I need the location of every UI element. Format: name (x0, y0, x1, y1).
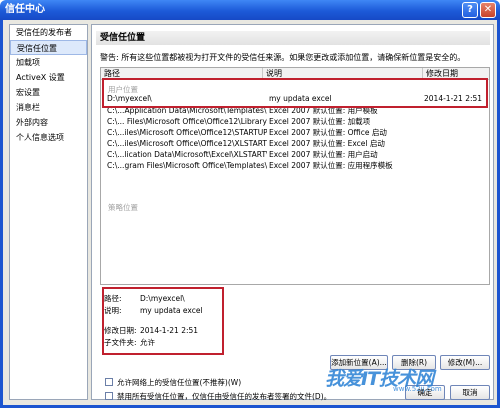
cell-description: Excel 2007 默认位置: 应用程序模板 (269, 161, 393, 170)
table-row[interactable]: C:\...iles\Microsoft Office\Office12\STA… (101, 128, 489, 138)
detail-subfolders-value: 允许 (140, 338, 155, 347)
detail-desc-label: 说明: (104, 306, 122, 315)
cancel-button[interactable]: 取消 (450, 385, 490, 400)
disable-locations-checkbox[interactable] (105, 392, 113, 400)
sidebar-item-trusted-locations[interactable]: 受信任位置 (10, 40, 87, 55)
warning-text: 警告: 所有这些位置都被视为打开文件的受信任来源。如果您更改或添加位置，请确保新… (100, 53, 466, 62)
close-button[interactable]: ✕ (480, 2, 496, 18)
sidebar-item-activex[interactable]: ActiveX 设置 (10, 70, 87, 85)
detail-path-label: 路径: (104, 294, 122, 303)
sidebar-item-privacy[interactable]: 个人信息选项 (10, 130, 87, 145)
watermark-url: www.52ij.com (393, 385, 442, 393)
cell-path: C:\...iles\Microsoft Office\Office12\XLS… (107, 139, 267, 148)
sidebar-item-message-bar[interactable]: 消息栏 (10, 100, 87, 115)
sidebar-item-macros[interactable]: 宏设置 (10, 85, 87, 100)
cell-path: C:\... Files\Microsoft Office\Office12\L… (107, 117, 267, 126)
cell-description: Excel 2007 默认位置: Excel 启动 (269, 139, 385, 148)
table-row[interactable]: C:\... Files\Microsoft Office\Office12\L… (101, 117, 489, 127)
help-button[interactable]: ? (462, 2, 478, 18)
allow-network-checkbox[interactable] (105, 378, 113, 386)
dialog-body: 受信任的发布者 受信任位置 加载项 ActiveX 设置 宏设置 消息栏 外部内… (0, 20, 500, 408)
content-panel: 受信任位置 警告: 所有这些位置都被视为打开文件的受信任来源。如果您更改或添加位… (91, 24, 494, 402)
cell-path: C:\...iles\Microsoft Office\Office12\STA… (107, 128, 267, 137)
group-label-policy: 策略位置 (108, 203, 138, 212)
cell-path: C:\...lication Data\Microsoft\Excel\XLST… (107, 150, 267, 159)
trusted-locations-table: 路径 说明 修改日期 用户位置 D:\myexcel\ my updata ex… (100, 67, 490, 285)
sidebar-item-trusted-publishers[interactable]: 受信任的发布者 (10, 25, 87, 40)
title-bar: 信任中心 ? ✕ (0, 0, 500, 20)
detail-desc-value: my updata excel (140, 306, 203, 315)
detail-subfolders-label: 子文件夹: (104, 338, 137, 347)
cell-description: Excel 2007 默认位置: 加载项 (269, 117, 371, 126)
table-row[interactable]: C:\...iles\Microsoft Office\Office12\XLS… (101, 139, 489, 149)
sidebar: 受信任的发布者 受信任位置 加载项 ActiveX 设置 宏设置 消息栏 外部内… (9, 24, 88, 400)
disable-locations-label: 禁用所有受信任位置，仅信任由受信任的发布者签署的文件(D)。 (117, 392, 332, 401)
table-row[interactable]: C:\...lication Data\Microsoft\Excel\XLST… (101, 150, 489, 160)
cell-path: C:\...gram Files\Microsoft Office\Templa… (107, 161, 267, 170)
sidebar-item-addins[interactable]: 加载项 (10, 55, 87, 70)
detail-date-value: 2014-1-21 2:51 (140, 326, 199, 335)
highlight-selected-row (102, 78, 488, 108)
allow-network-locations-option[interactable]: 允许网络上的受信任位置(不推荐)(W) (105, 377, 241, 388)
sidebar-item-external-content[interactable]: 外部内容 (10, 115, 87, 130)
detail-date-label: 修改日期: (104, 326, 137, 335)
disable-trusted-locations-option[interactable]: 禁用所有受信任位置，仅信任由受信任的发布者签署的文件(D)。 (105, 391, 331, 402)
table-row[interactable]: C:\...gram Files\Microsoft Office\Templa… (101, 161, 489, 171)
section-title: 受信任位置 (96, 31, 490, 45)
location-details: 路径: D:\myexcel\ 说明: my updata excel 修改日期: 2… (104, 293, 203, 349)
window-title: 信任中心 (5, 4, 45, 15)
cell-description: Excel 2007 默认位置: Office 启动 (269, 128, 387, 137)
allow-network-label: 允许网络上的受信任位置(不推荐)(W) (117, 378, 242, 387)
cell-description: Excel 2007 默认位置: 用户启动 (269, 150, 378, 159)
modify-button[interactable]: 修改(M)... (440, 355, 490, 370)
detail-path-value: D:\myexcel\ (140, 294, 185, 303)
